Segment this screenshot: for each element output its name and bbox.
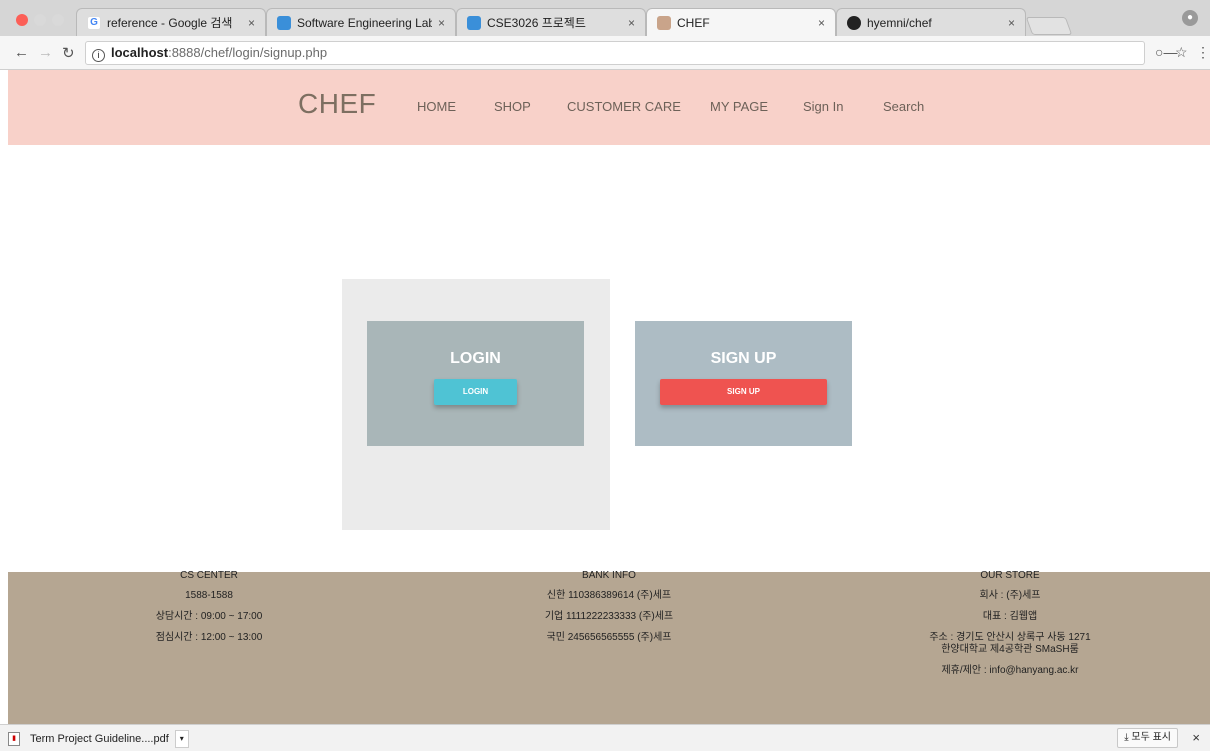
download-arrow-icon: ⤓ bbox=[1124, 732, 1129, 743]
footer-heading: BANK INFO bbox=[582, 570, 636, 581]
tab-close-icon[interactable]: × bbox=[438, 16, 445, 30]
reload-icon[interactable]: ↻ bbox=[62, 44, 75, 62]
tab-title: CSE3026 프로젝트 bbox=[487, 16, 586, 30]
footer-text: 대표 : 김웹앱 bbox=[982, 611, 1038, 622]
url-host: localhost bbox=[111, 45, 169, 60]
pdf-file-icon: ▮ bbox=[8, 732, 20, 746]
browser-tab-cse3026[interactable]: CSE3026 프로젝트 × bbox=[456, 8, 646, 36]
footer-heading: CS CENTER bbox=[180, 570, 238, 581]
browser-tab-strip: G reference - Google 검색 × Software Engin… bbox=[0, 0, 1210, 36]
github-icon bbox=[847, 15, 861, 30]
browser-toolbar: ← → ↻ i localhost:8888/chef/login/signup.… bbox=[0, 36, 1210, 70]
browser-tab-google[interactable]: G reference - Google 검색 × bbox=[76, 8, 266, 36]
brand-logo[interactable]: CHEF bbox=[298, 88, 376, 120]
forward-arrow-icon[interactable]: → bbox=[38, 44, 53, 61]
footer-text: 한양대학교 제4공학관 SMaSH룸 bbox=[941, 644, 1079, 655]
menu-dots-icon[interactable]: ⋮ bbox=[1196, 44, 1210, 61]
site-header: CHEF HOME SHOP CUSTOMER CARE MY PAGE Sig… bbox=[8, 70, 1210, 145]
signup-card: SIGN UP SIGN UP bbox=[635, 321, 852, 446]
nav-my-page[interactable]: MY PAGE bbox=[710, 99, 768, 114]
browser-tab-github[interactable]: hyemni/chef × bbox=[836, 8, 1026, 36]
footer-heading: OUR STORE bbox=[980, 570, 1040, 581]
tab-title: CHEF bbox=[677, 15, 710, 30]
close-icon[interactable]: × bbox=[1192, 730, 1200, 745]
signup-button[interactable]: SIGN UP bbox=[660, 379, 827, 405]
download-filename: Term Project Guideline....pdf bbox=[30, 733, 169, 745]
login-title: LOGIN bbox=[450, 350, 501, 367]
tab-title: hyemni/chef bbox=[867, 15, 932, 30]
new-tab-button[interactable] bbox=[1025, 17, 1073, 35]
back-arrow-icon[interactable]: ← bbox=[14, 44, 29, 61]
footer-text: 상담시간 : 09:00 ~ 17:00 bbox=[155, 611, 263, 622]
tab-close-icon[interactable]: × bbox=[1008, 16, 1015, 30]
star-icon[interactable]: ☆ bbox=[1175, 44, 1188, 61]
download-item[interactable]: ▮ Term Project Guideline....pdf ▾ bbox=[8, 729, 189, 749]
footer-text: 국민 245656565555 (주)세프 bbox=[546, 632, 672, 643]
nav-shop[interactable]: SHOP bbox=[494, 99, 531, 114]
profile-icon[interactable]: ● bbox=[1182, 10, 1198, 26]
doc-icon bbox=[467, 15, 481, 30]
browser-tab-chef[interactable]: CHEF × bbox=[646, 8, 836, 36]
tab-title: reference - Google 검색 bbox=[107, 16, 233, 30]
footer-text: 신한 110386389614 (주)세프 bbox=[546, 590, 672, 601]
nav-sign-in[interactable]: Sign In bbox=[803, 99, 843, 114]
nav-home[interactable]: HOME bbox=[417, 99, 456, 114]
footer-text: 회사 : (주)세프 bbox=[979, 590, 1041, 601]
footer-cs-center: CS CENTER 1588-1588 상담시간 : 09:00 ~ 17:00… bbox=[59, 570, 359, 655]
login-card: LOGIN LOGIN bbox=[367, 321, 584, 446]
tab-close-icon[interactable]: × bbox=[818, 16, 825, 30]
footer-text: 1588-1588 bbox=[185, 590, 233, 601]
tab-title: Software Engineering Lab - Co bbox=[297, 15, 432, 30]
address-bar[interactable]: i localhost:8888/chef/login/signup.php bbox=[85, 41, 1145, 65]
minimize-window-button[interactable] bbox=[34, 14, 46, 26]
google-icon: G bbox=[87, 15, 101, 30]
footer-bank-info: BANK INFO 신한 110386389614 (주)세프 기업 11112… bbox=[459, 570, 759, 655]
footer-text: 기업 1111222233333 (주)세프 bbox=[544, 611, 674, 622]
info-icon[interactable]: i bbox=[92, 49, 105, 62]
url-path: :8888/chef/login/signup.php bbox=[168, 45, 328, 60]
signup-title: SIGN UP bbox=[710, 350, 777, 367]
chevron-down-icon[interactable]: ▾ bbox=[174, 730, 189, 748]
nav-customer-care[interactable]: CUSTOMER CARE bbox=[567, 99, 681, 114]
close-window-button[interactable] bbox=[16, 14, 28, 26]
downloads-bar: ▮ Term Project Guideline....pdf ▾ ⤓ 모두 표… bbox=[0, 724, 1210, 751]
footer-text: 점심시간 : 12:00 ~ 13:00 bbox=[155, 632, 263, 643]
nav-search[interactable]: Search bbox=[883, 99, 924, 114]
login-button[interactable]: LOGIN bbox=[434, 379, 517, 405]
chef-icon bbox=[657, 15, 671, 30]
show-all-downloads-button[interactable]: ⤓ 모두 표시 bbox=[1117, 728, 1178, 748]
show-all-label: 모두 표시 bbox=[1131, 732, 1171, 743]
lab-icon bbox=[277, 15, 291, 30]
site-footer: CS CENTER 1588-1588 상담시간 : 09:00 ~ 17:00… bbox=[8, 570, 1210, 724]
tab-close-icon[interactable]: × bbox=[628, 16, 635, 30]
browser-tab-lab[interactable]: Software Engineering Lab - Co × bbox=[266, 8, 456, 36]
maximize-window-button[interactable] bbox=[52, 14, 64, 26]
tab-close-icon[interactable]: × bbox=[248, 16, 255, 30]
footer-our-store: OUR STORE 회사 : (주)세프 대표 : 김웹앱 주소 : 경기도 안… bbox=[860, 570, 1160, 688]
footer-text: 제휴/제안 : info@hanyang.ac.kr bbox=[941, 665, 1079, 676]
